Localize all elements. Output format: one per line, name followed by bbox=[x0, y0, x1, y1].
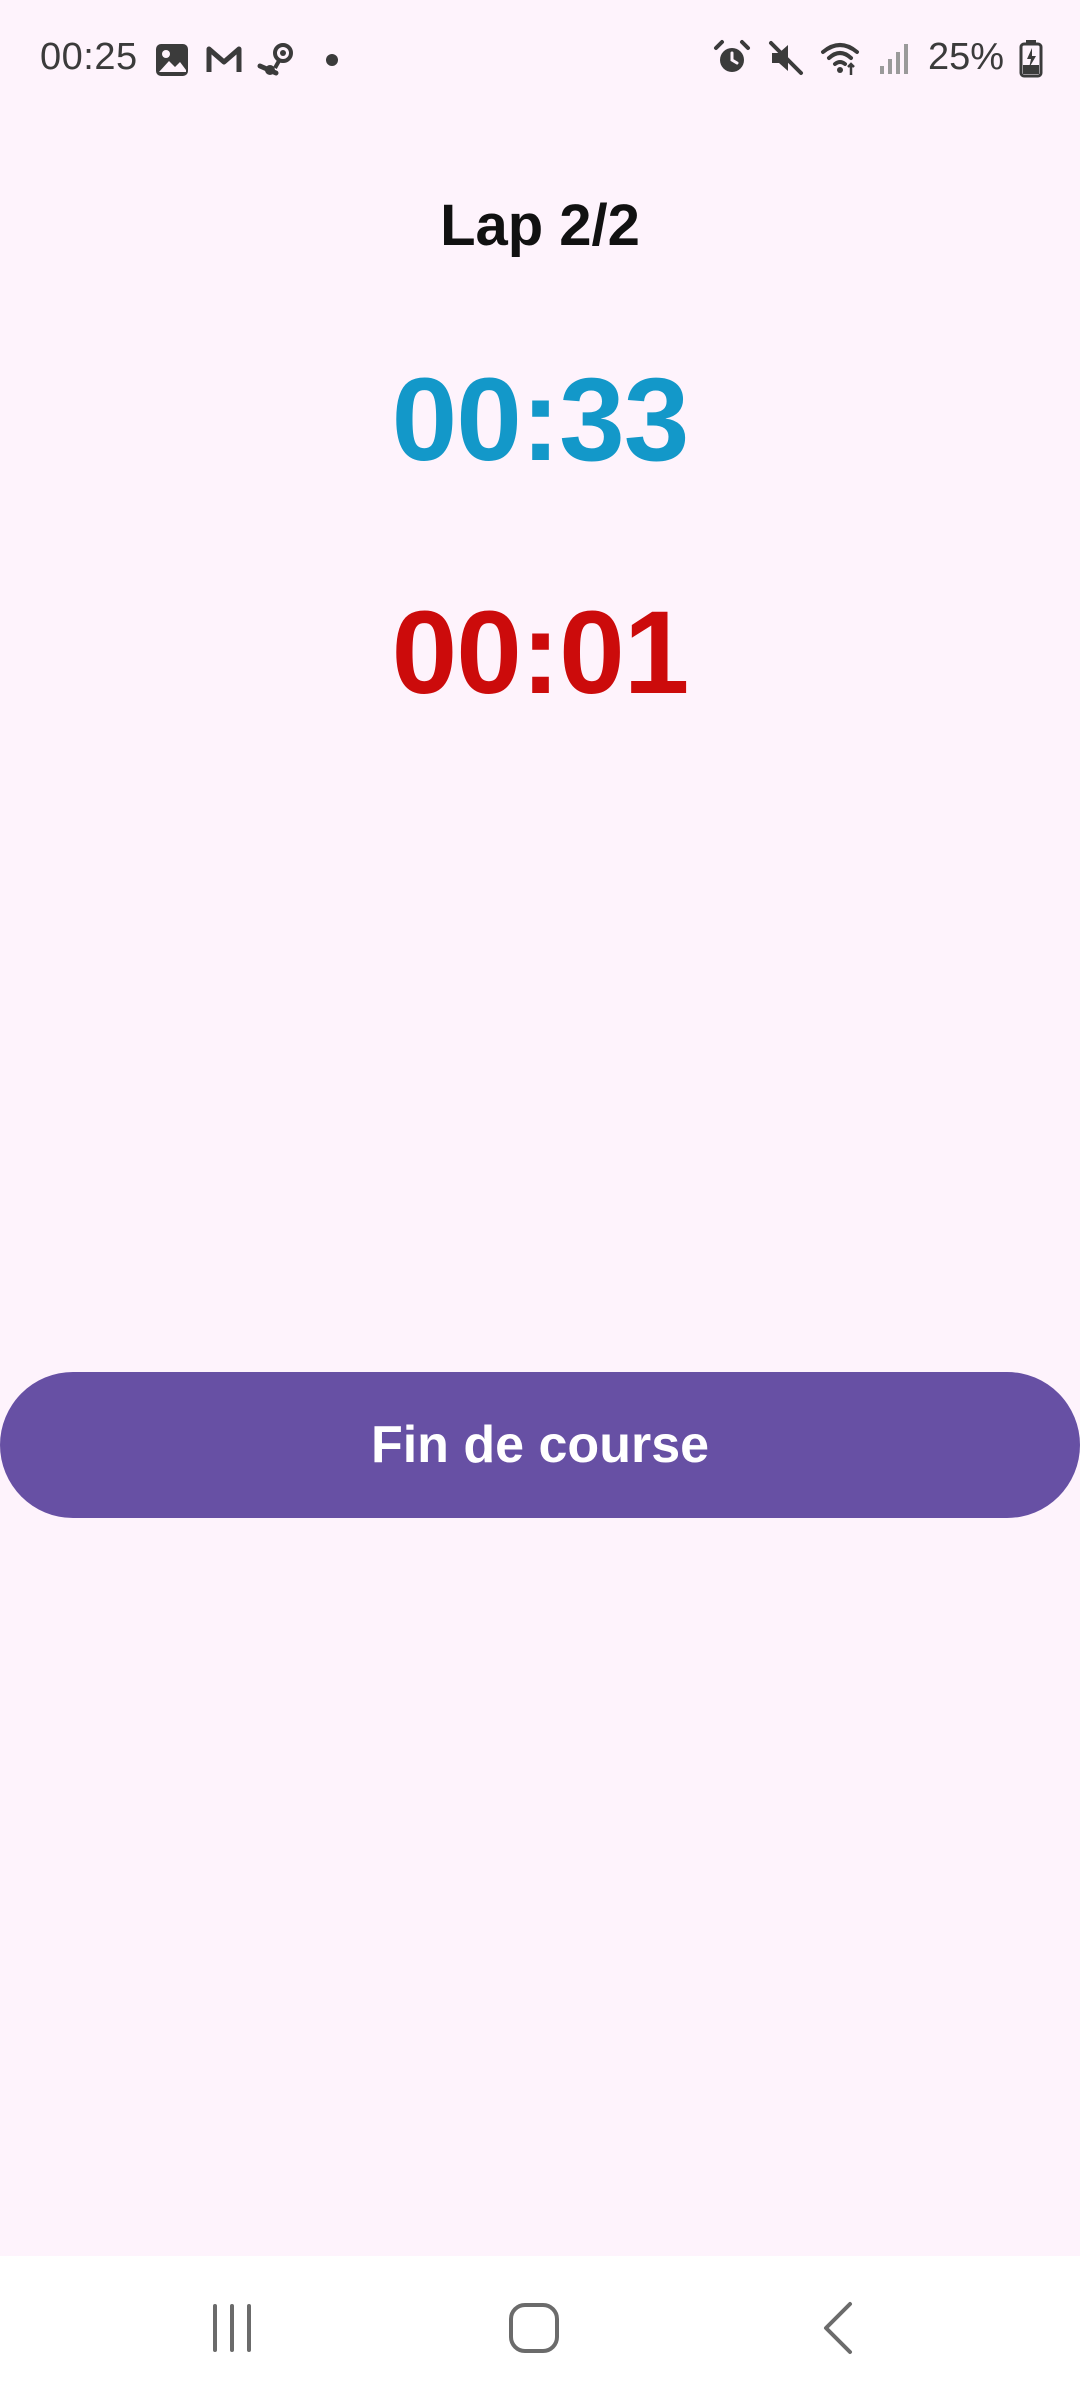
battery-charging-icon bbox=[1018, 38, 1044, 78]
wifi-icon bbox=[820, 38, 860, 78]
lap-time-display: 00:01 bbox=[391, 587, 690, 719]
back-button[interactable] bbox=[788, 2286, 888, 2370]
back-icon bbox=[820, 2300, 856, 2356]
alarm-icon bbox=[712, 38, 752, 78]
lap-counter: Lap 2/2 bbox=[440, 193, 640, 258]
status-bar: 00:25 25% bbox=[0, 0, 1080, 120]
status-left-icons bbox=[152, 40, 348, 80]
status-right-icons: 25% bbox=[712, 36, 1044, 79]
home-button[interactable] bbox=[484, 2286, 584, 2370]
signal-icon bbox=[874, 38, 914, 78]
notification-dot-icon bbox=[308, 40, 348, 80]
steam-icon bbox=[256, 40, 296, 80]
gmail-icon bbox=[204, 40, 244, 80]
end-race-button[interactable]: Fin de course bbox=[0, 1372, 1080, 1518]
navigation-bar bbox=[0, 2256, 1080, 2400]
total-time-display: 00:33 bbox=[391, 354, 690, 486]
status-time: 00:25 bbox=[40, 36, 138, 78]
gallery-icon bbox=[152, 40, 192, 80]
mute-icon bbox=[766, 38, 806, 78]
battery-percent: 25% bbox=[927, 36, 1004, 78]
home-icon bbox=[507, 2301, 561, 2355]
recents-button[interactable] bbox=[182, 2286, 282, 2370]
recents-icon bbox=[207, 2302, 257, 2354]
